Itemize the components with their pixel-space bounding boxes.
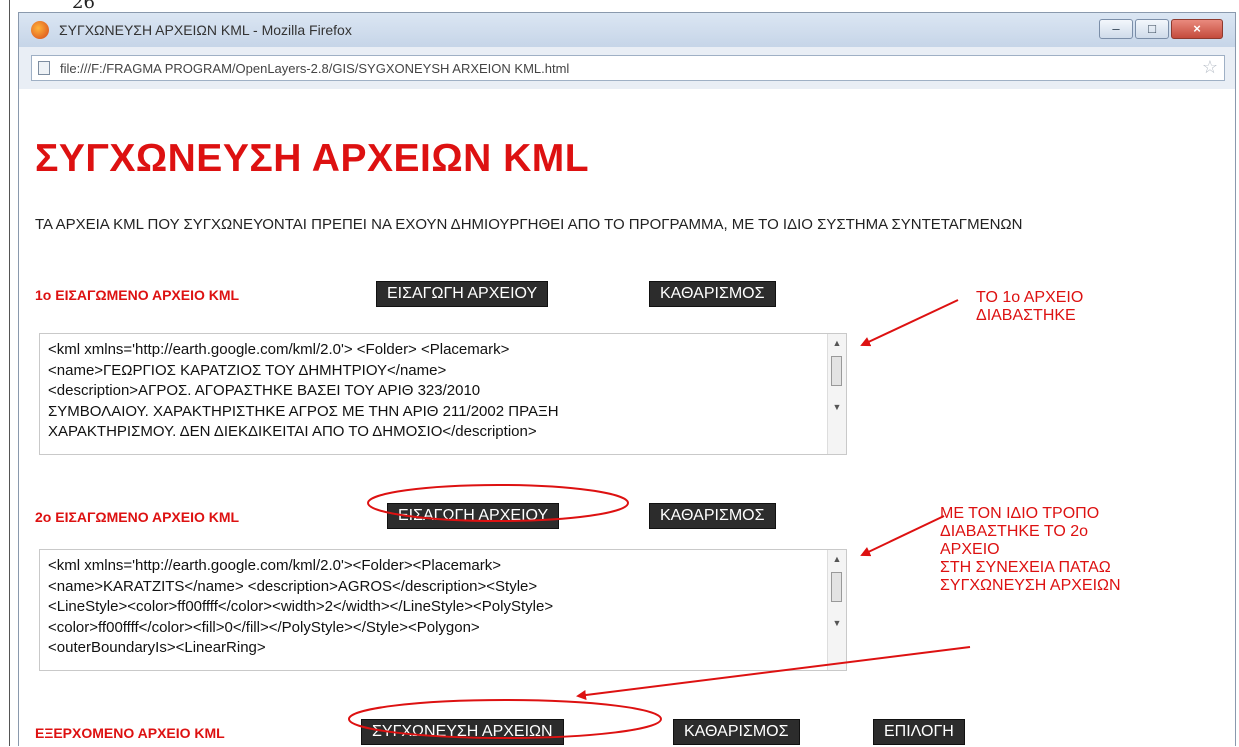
merge-button[interactable]: ΣΥΓΧΩΝΕΥΣΗ ΑΡΧΕΙΩΝ [361,719,564,745]
page-title: ΣΥΓΧΩΝΕΥΣΗ ΑΡΧΕΙΩΝ KML [35,137,590,180]
maximize-button[interactable]: □ [1135,19,1169,39]
firefox-icon [31,21,49,39]
window-title: ΣΥΓΧΩΝΕΥΣΗ ΑΡΧΕΙΩΝ KML - Mozilla Firefox [59,22,352,38]
maximize-icon: □ [1148,21,1156,36]
title-bar: ΣΥΓΧΩΝΕΥΣΗ ΑΡΧΕΙΩΝ KML - Mozilla Firefox… [19,13,1235,47]
file1-import-button[interactable]: ΕΙΣΑΓΩΓΗ ΑΡΧΕΙΟΥ [376,281,549,307]
select-button[interactable]: ΕΠΙΛΟΓΗ [873,719,965,745]
file2-content: <kml xmlns='http://earth.google.com/kml/… [48,557,554,656]
minimize-icon: – [1112,21,1120,36]
close-button[interactable]: × [1171,19,1223,39]
minimize-button[interactable]: – [1099,19,1133,39]
close-icon: × [1193,21,1201,36]
file1-content: <kml xmlns='http://earth.google.com/kml/… [48,341,559,440]
file2-clear-button[interactable]: ΚΑΘΑΡΙΣΜΟΣ [649,503,776,529]
annotation-file1-read: ΤΟ 1ο ΑΡΧΕΙΟ ΔΙΑΒΑΣΤΗΚΕ [976,289,1084,324]
file1-scrollbar[interactable]: ▲ ▼ [827,334,846,454]
file1-label: 1ο ΕΙΣΑΓΩΜΕΝΟ ΑΡΧΕΙΟ KML [35,287,240,303]
output-label: ΕΞΕΡΧΟΜΕΝΟ ΑΡΧΕΙΟ KML [35,725,225,741]
file2-label: 2ο ΕΙΣΑΓΩΜΕΝΟ ΑΡΧΕΙΟ KML [35,509,240,525]
annotation-file2-merge: ΜΕ ΤΟΝ ΙΔΙΟ ΤΡΟΠΟ ΔΙΑΒΑΣΤΗΚΕ ΤΟ 2ο ΑΡΧΕΙ… [940,505,1121,594]
intro-text: ΤΑ ΑΡΧΕΙΑ KML ΠΟΥ ΣΥΓΧΩΝΕΥΟΝΤΑΙ ΠΡΕΠΕΙ Ν… [35,216,1023,233]
address-text[interactable]: file:///F:/FRAGMA PROGRAM/OpenLayers-2.8… [60,61,569,76]
margin-rule [9,0,10,746]
file2-scrollbar[interactable]: ▲ ▼ [827,550,846,670]
scroll-thumb[interactable] [831,572,842,602]
page-content: ΣΥΓΧΩΝΕΥΣΗ ΑΡΧΕΙΩΝ KML ΤΑ ΑΡΧΕΙΑ KML ΠΟΥ… [19,89,1235,747]
browser-window: ΣΥΓΧΩΝΕΥΣΗ ΑΡΧΕΙΩΝ KML - Mozilla Firefox… [18,12,1236,747]
file2-textarea[interactable]: <kml xmlns='http://earth.google.com/kml/… [39,549,847,671]
address-bar[interactable]: file:///F:/FRAGMA PROGRAM/OpenLayers-2.8… [31,55,1225,81]
file1-textarea[interactable]: <kml xmlns='http://earth.google.com/kml/… [39,333,847,455]
scroll-down-icon[interactable]: ▼ [828,402,846,412]
file1-clear-button[interactable]: ΚΑΘΑΡΙΣΜΟΣ [649,281,776,307]
scroll-up-icon[interactable]: ▲ [828,338,846,348]
scroll-up-icon[interactable]: ▲ [828,554,846,564]
file2-import-button[interactable]: ΕΙΣΑΓΩΓΗ ΑΡΧΕΙΟΥ [387,503,560,529]
scroll-thumb[interactable] [831,356,842,386]
page-icon [38,61,50,75]
bookmark-star-icon[interactable]: ☆ [1202,57,1218,78]
scroll-down-icon[interactable]: ▼ [828,618,846,628]
output-clear-button[interactable]: ΚΑΘΑΡΙΣΜΟΣ [673,719,800,745]
